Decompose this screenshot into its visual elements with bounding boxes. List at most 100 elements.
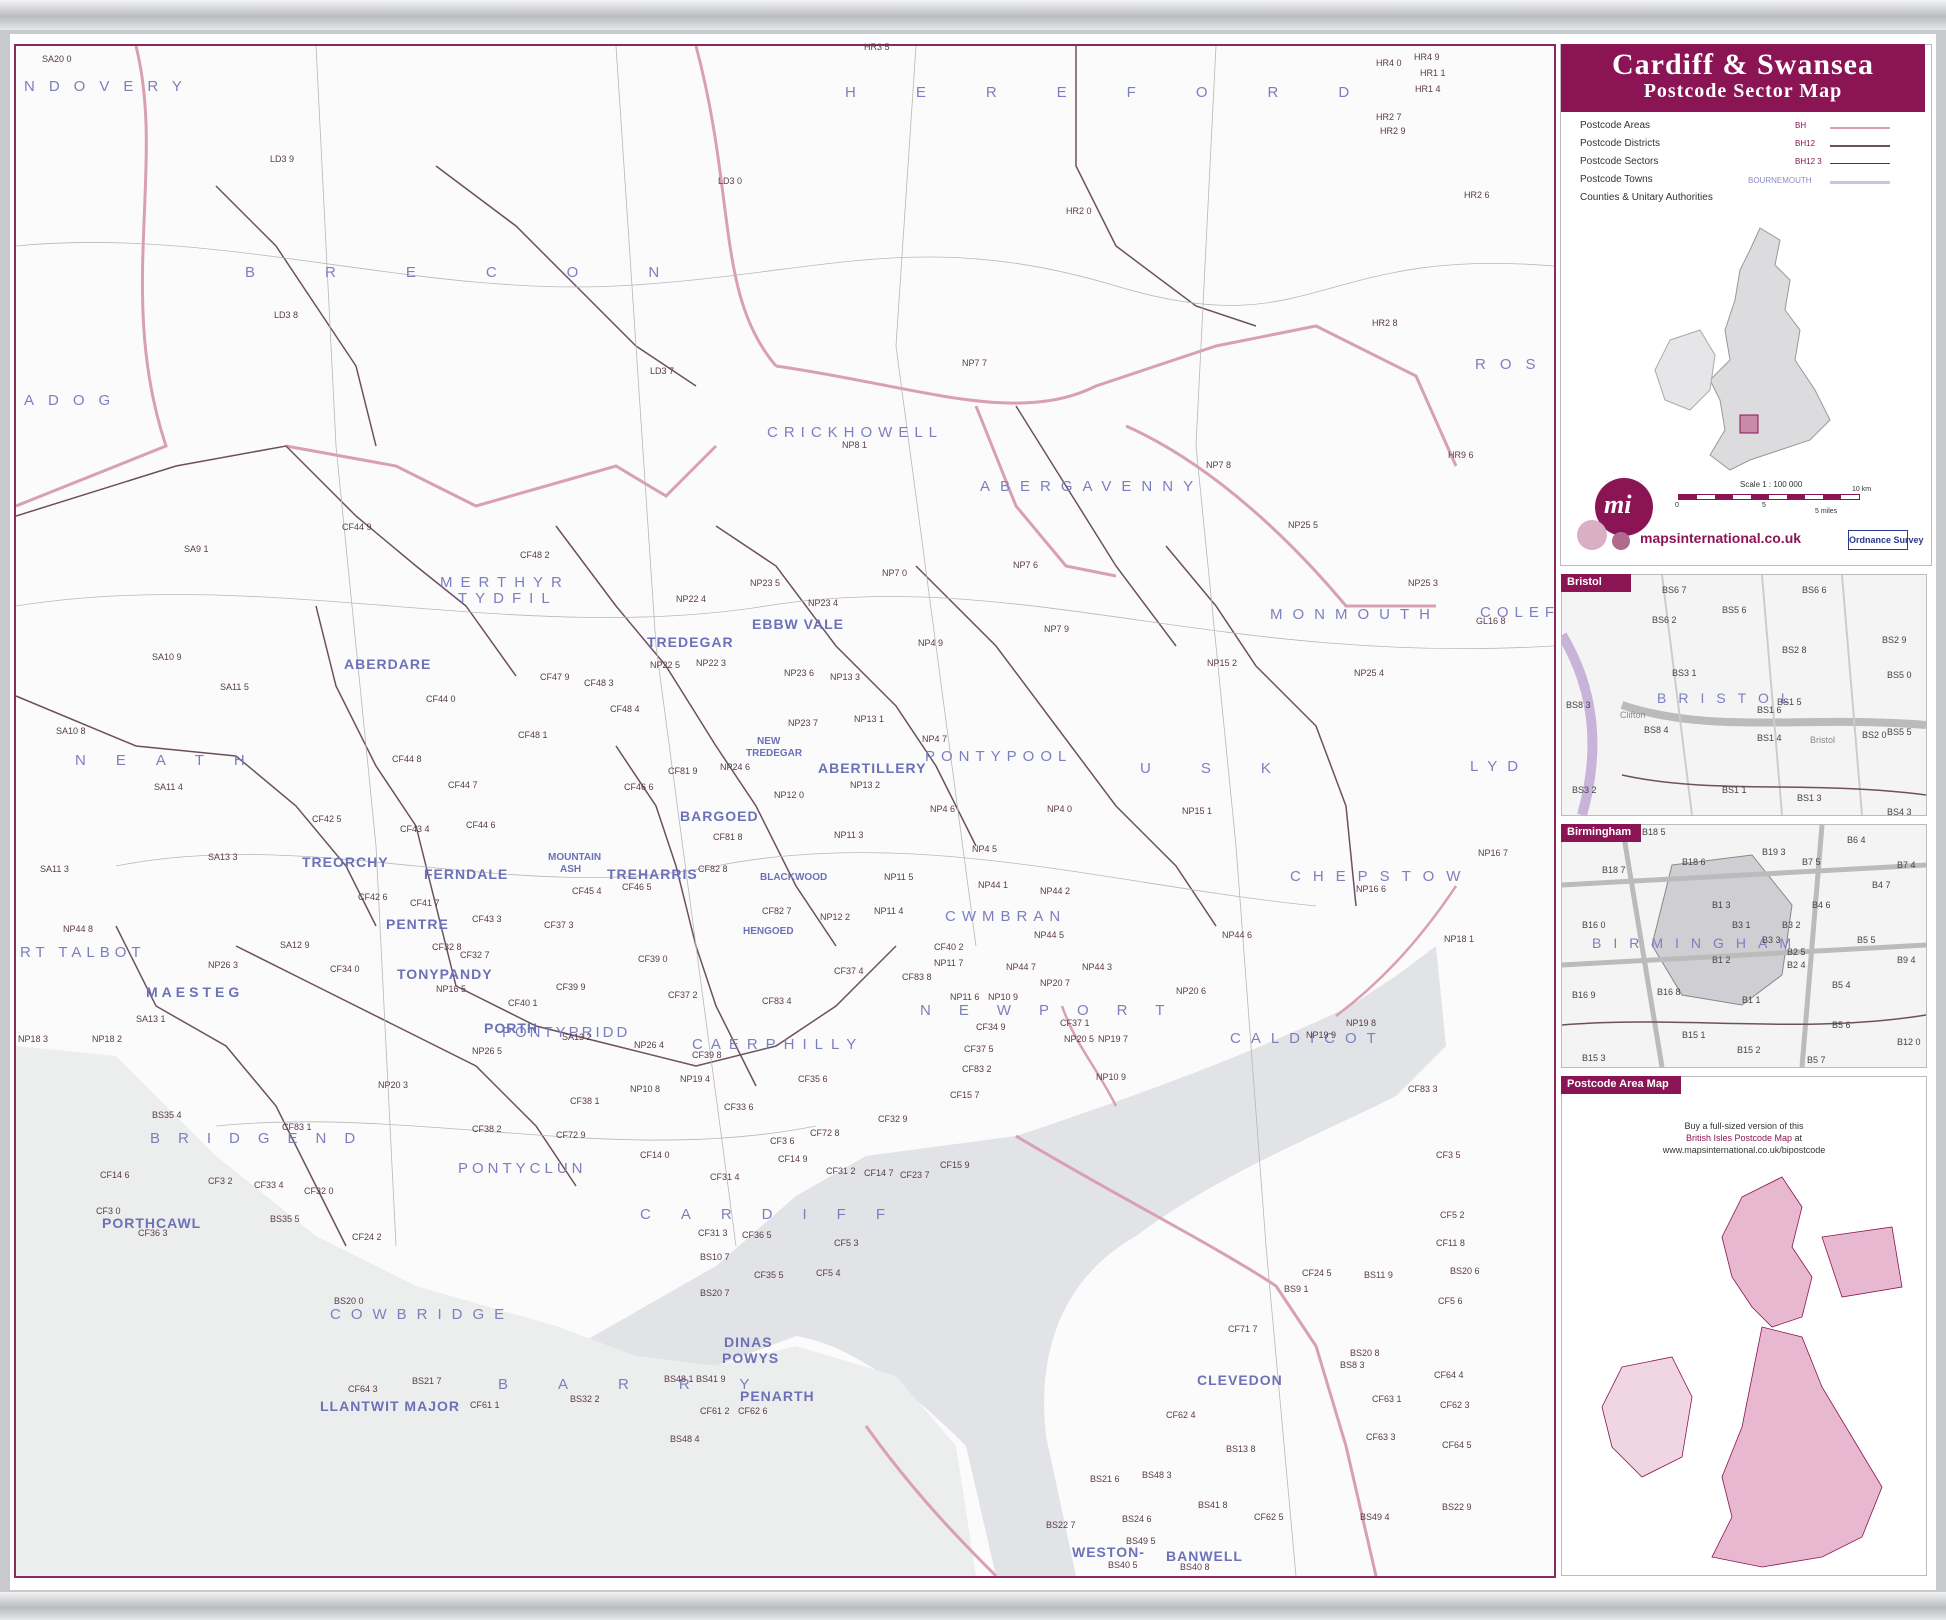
promo-url[interactable]: www.mapsinternational.co.uk/bipostcode	[1562, 1145, 1926, 1155]
sector-label: CF5 3	[834, 1238, 859, 1248]
sector-label: CF3 6	[770, 1136, 795, 1146]
bristol-label: BS8 3	[1566, 700, 1591, 710]
sector-label: CF46 6	[624, 782, 654, 792]
legend-code-sectors: BH12 3	[1795, 157, 1822, 166]
sector-label: CF62 5	[1254, 1512, 1284, 1522]
sector-label: BS41 9	[696, 1374, 726, 1384]
town-label: MOUNTAIN	[548, 852, 602, 863]
sector-label: CF39 0	[638, 954, 668, 964]
sector-label: NP16 5	[436, 984, 467, 994]
sector-label: BS13 8	[1226, 1444, 1256, 1454]
birmingham-label: B5 5	[1857, 935, 1876, 945]
british-isles-postcode-map	[1601, 1176, 1903, 1568]
birmingham-label: B4 6	[1812, 900, 1831, 910]
sector-label: BS41 8	[1198, 1500, 1228, 1510]
postcode-area-map-inset[interactable]: Buy a full-sized version of this British…	[1561, 1076, 1927, 1576]
town-label: LLANTWIT MAJOR	[320, 1398, 460, 1414]
sector-label: HR1 1	[1420, 68, 1446, 78]
sector-label: CF44 8	[392, 754, 422, 764]
sector-label: CF14 7	[864, 1168, 894, 1178]
sector-label: NP18 1	[1444, 934, 1475, 944]
sector-label: SA13 1	[136, 1014, 166, 1024]
promo-link[interactable]: British Isles Postcode Map	[1686, 1133, 1792, 1143]
region-label: ROS	[1475, 356, 1550, 373]
sector-label: NP11 7	[934, 958, 964, 968]
bristol-label: BS2 8	[1782, 645, 1807, 655]
sector-label: BS40 8	[1180, 1562, 1210, 1572]
sector-label: SA10 9	[152, 652, 182, 662]
sector-label: BS20 0	[334, 1296, 364, 1306]
sector-label: CF14 0	[640, 1150, 670, 1160]
birmingham-inset[interactable]: BIRMINGHAM B18 5 B19 3 B6 4 B7 4 B18 7 B…	[1561, 824, 1927, 1068]
town-label: BARGOED	[680, 808, 759, 824]
sector-label: BS20 6	[1450, 1266, 1480, 1276]
bristol-label: BS5 5	[1887, 727, 1912, 737]
sector-label: CF81 8	[713, 832, 743, 842]
bristol-label: BS1 1	[1722, 785, 1747, 795]
birmingham-label: B18 6	[1682, 857, 1706, 867]
sector-label: SA20 0	[42, 54, 72, 64]
sector-label: CF64 4	[1434, 1370, 1464, 1380]
birmingham-label: B3 1	[1732, 920, 1751, 930]
birmingham-label: B5 4	[1832, 980, 1851, 990]
sector-label: CF82 7	[762, 906, 792, 916]
sector-label: CF32 7	[460, 950, 490, 960]
sector-label: LD3 0	[718, 176, 743, 186]
sector-label: CF3 0	[96, 1206, 121, 1216]
sector-label: CF37 1	[1060, 1018, 1090, 1028]
birmingham-label: B6 4	[1847, 835, 1866, 845]
region-label: BRECON	[245, 264, 730, 281]
town-label: TREORCHY	[302, 854, 389, 870]
sector-label: NP16 7	[1478, 848, 1509, 858]
sector-label: CF45 4	[572, 886, 602, 896]
sector-label: CF61 1	[470, 1400, 500, 1410]
sector-label: NP10 9	[988, 992, 1019, 1002]
sector-label: BS48 3	[1142, 1470, 1172, 1480]
sector-label: NP7 0	[882, 568, 908, 578]
sector-label: NP7 9	[1044, 624, 1070, 634]
sector-label: NP24 6	[720, 762, 751, 772]
sector-label: HR3 5	[864, 42, 890, 52]
bristol-inset-title: Bristol	[1561, 574, 1631, 592]
sector-label: NP11 4	[874, 906, 904, 916]
town-label: TREHARRIS	[607, 866, 698, 882]
region-label: COWBRIDGE	[330, 1306, 515, 1323]
sector-label: HR1 4	[1415, 84, 1441, 94]
sector-label: NP25 3	[1408, 578, 1439, 588]
sector-label: CF42 5	[312, 814, 342, 824]
sector-label: CF62 6	[738, 1406, 768, 1416]
sector-label: SA12 9	[280, 940, 310, 950]
sector-label: HR2 6	[1464, 190, 1490, 200]
sector-label: NP20 6	[1176, 986, 1207, 996]
scale-miles: 5 miles	[1815, 508, 1838, 515]
publisher-website[interactable]: mapsinternational.co.uk	[1640, 530, 1801, 546]
bristol-inset[interactable]: BRISTOL BS6 7 BS5 6 BS6 2 BS6 6 BS2 8 BS…	[1561, 574, 1927, 816]
birmingham-label: B7 4	[1897, 860, 1916, 870]
sector-label: CF43 3	[472, 914, 502, 924]
scale-km-10: 10 km	[1852, 486, 1872, 493]
town-label: ABERDARE	[344, 656, 432, 672]
sector-label: NP19 9	[1306, 1030, 1337, 1040]
sector-label: CF62 4	[1166, 1410, 1196, 1420]
sector-label: CF33 4	[254, 1180, 284, 1190]
birmingham-label: B19 3	[1762, 847, 1786, 857]
sector-label: HR2 9	[1380, 126, 1406, 136]
london-zoom-shape	[1821, 1226, 1903, 1298]
sector-label: CF36 3	[138, 1228, 168, 1238]
sector-label: BS40 5	[1108, 1560, 1138, 1570]
sector-label: CF3 2	[208, 1176, 233, 1186]
region-label: MERTHYR	[440, 574, 570, 591]
scale-km-5: 5	[1762, 502, 1766, 509]
ireland-shape	[1654, 329, 1716, 411]
birmingham-label: B2 5	[1787, 947, 1806, 957]
town-label: PORTH	[484, 1020, 538, 1036]
sector-label: CF48 4	[610, 704, 640, 714]
legend-label-towns: Postcode Towns	[1580, 174, 1653, 185]
sector-label: NP13 1	[854, 714, 885, 724]
sector-label: BS9 1	[1284, 1284, 1309, 1294]
sector-label: NP11 6	[950, 992, 980, 1002]
legend-label-areas: Postcode Areas	[1580, 120, 1651, 131]
town-label: MAESTEG	[146, 984, 244, 1000]
bottom-rail	[0, 1592, 1946, 1620]
sector-label: HR2 8	[1372, 318, 1398, 328]
